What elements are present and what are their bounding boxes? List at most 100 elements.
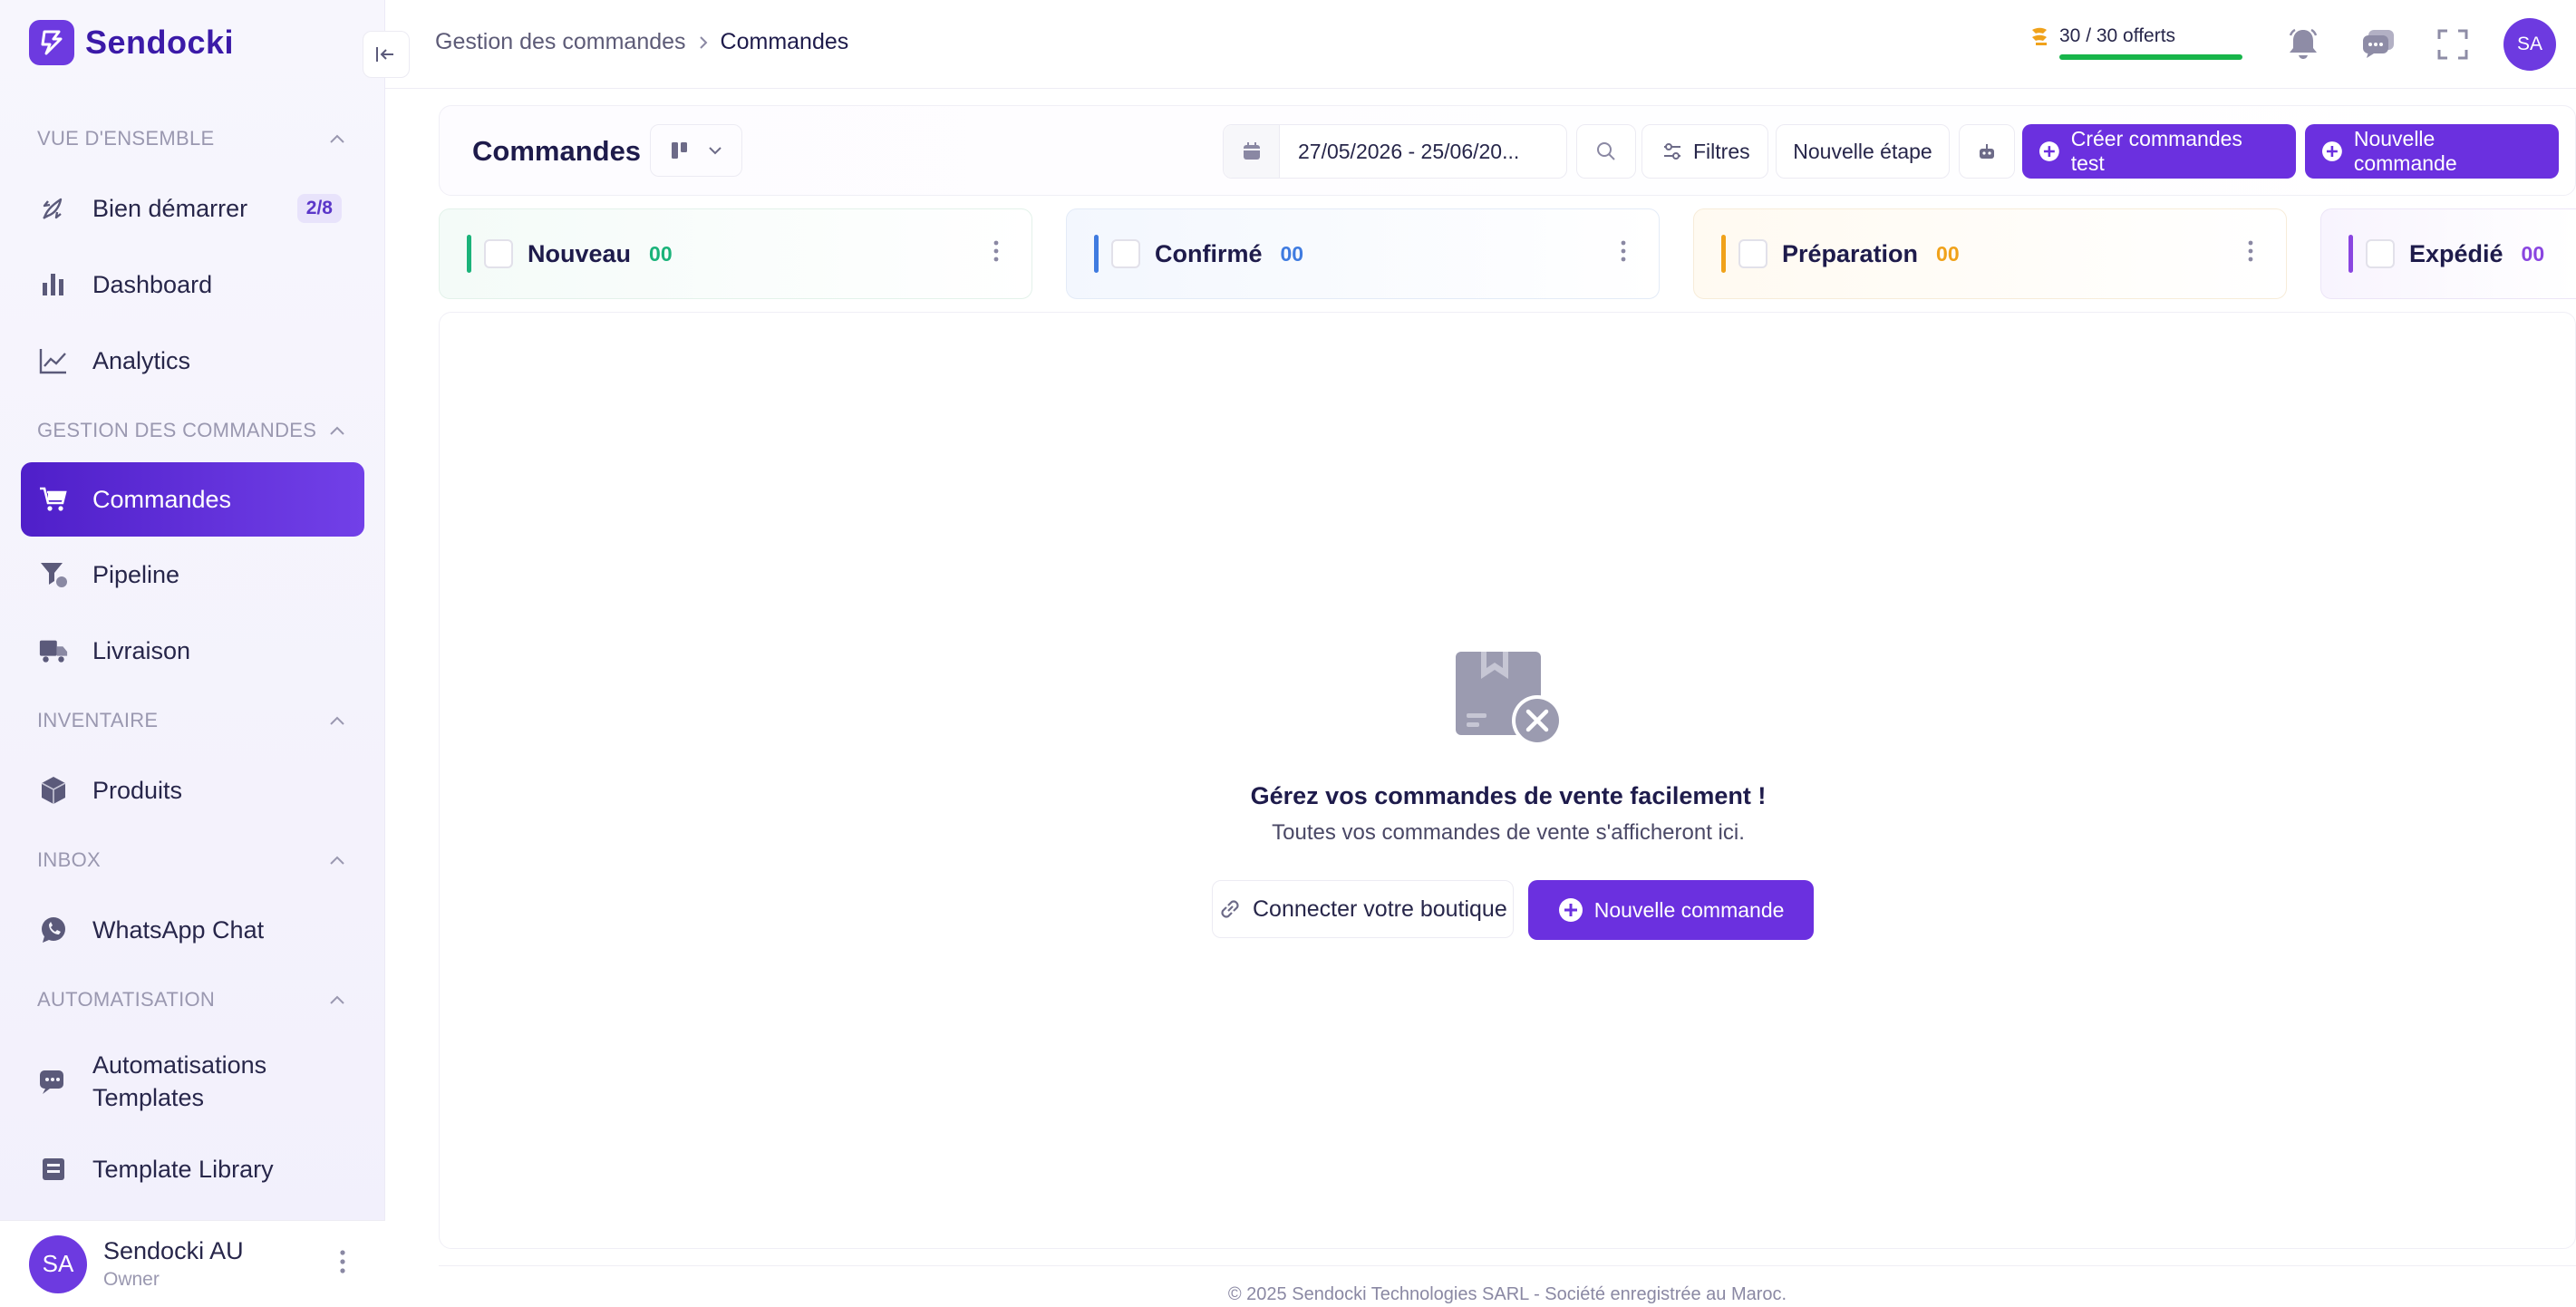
sidebar-item-label: Produits — [92, 776, 183, 804]
sidebar-item-produits[interactable]: Produits — [0, 752, 385, 828]
sidebar-item-livraison[interactable]: Livraison — [0, 613, 385, 689]
app-name: Sendocki — [85, 24, 235, 61]
sidebar-item-pipeline[interactable]: Pipeline — [0, 537, 385, 613]
app-logo[interactable]: Sendocki — [29, 20, 234, 65]
chat-bubbles-icon[interactable] — [2358, 24, 2399, 65]
sidebar-item-label: WhatsApp Chat — [92, 915, 265, 944]
column-count: 00 — [1936, 241, 1960, 266]
sidebar-item-label: Dashboard — [92, 270, 213, 298]
search-icon — [1597, 142, 1615, 160]
column-select-checkbox[interactable] — [2366, 239, 2395, 268]
create-test-orders-label: Créer commandes test — [2070, 127, 2242, 175]
column-preparation: Préparation 00 — [1693, 208, 2287, 299]
sidebar-item-label: Commandes — [92, 485, 232, 513]
empty-state: Gérez vos commandes de vente facilement … — [440, 313, 2576, 1250]
whatsapp-icon — [38, 915, 69, 945]
section-title: GESTION DES COMMANDES — [37, 419, 317, 441]
page-footer: © 2025 Sendocki Technologies SARL - Soci… — [439, 1265, 2576, 1307]
empty-state-title: Gérez vos commandes de vente facilement … — [1250, 782, 1767, 809]
date-range-picker[interactable]: 27/05/2026 - 25/06/20... — [1223, 124, 1567, 179]
column-confirme: Confirmé 00 — [1066, 208, 1660, 299]
section-automatisation[interactable]: AUTOMATISATION — [0, 968, 385, 1031]
more-vertical-icon[interactable] — [1621, 240, 1626, 266]
sidebar-item-commandes[interactable]: Commandes — [21, 462, 364, 537]
sidebar-item-bien-demarrer[interactable]: Bien démarrer 2/8 — [0, 170, 385, 247]
chevron-up-icon — [330, 716, 344, 725]
chevron-right-icon — [699, 35, 707, 49]
new-order-button[interactable]: Nouvelle commande — [2305, 124, 2559, 179]
sidebar-item-template-library[interactable]: Template Library — [0, 1131, 385, 1207]
library-icon — [38, 1154, 69, 1185]
robot-button[interactable] — [1959, 124, 2015, 179]
sidebar-item-label: Automatisations Templates — [92, 1049, 266, 1114]
chevron-up-icon — [330, 426, 344, 435]
column-select-checkbox[interactable] — [1738, 239, 1767, 268]
create-test-orders-button[interactable]: Créer commandes test — [2022, 124, 2296, 179]
label-line-2: Templates — [92, 1084, 205, 1111]
empty-new-order-label: Nouvelle commande — [1593, 897, 1785, 922]
credits-meter: 30 / 30 offerts — [2059, 25, 2242, 60]
connect-store-button[interactable]: Connecter votre boutique — [1212, 880, 1514, 938]
breadcrumb-item[interactable]: Gestion des commandes — [435, 29, 686, 55]
column-name: Préparation — [1782, 239, 1919, 267]
sidebar-item-label: Pipeline — [92, 560, 180, 588]
user-card[interactable]: SA Sendocki AU Owner — [0, 1220, 385, 1307]
breadcrumb-current: Commandes — [720, 29, 849, 54]
new-order-label: Nouvelle commande — [2353, 127, 2457, 175]
column-count: 00 — [2521, 241, 2545, 266]
more-vertical-icon[interactable] — [993, 240, 999, 266]
more-vertical-icon[interactable] — [2248, 240, 2253, 266]
empty-new-order-button[interactable]: Nouvelle commande — [1527, 880, 1815, 940]
credits-indicator[interactable]: 30 / 30 offerts — [2029, 25, 2242, 60]
sidebar-item-analytics[interactable]: Analytics — [0, 323, 385, 399]
credits-progress-bar — [2059, 54, 2242, 60]
calendar-icon — [1224, 125, 1280, 178]
user-name: Sendocki AU — [103, 1237, 244, 1264]
progress-badge: 2/8 — [296, 194, 342, 223]
section-inbox[interactable]: INBOX — [0, 828, 385, 892]
sidebar-item-label: Template Library — [92, 1155, 274, 1183]
section-title: VUE D'ENSEMBLE — [37, 127, 215, 150]
connect-store-label: Connecter votre boutique — [1253, 896, 1507, 922]
column-select-checkbox[interactable] — [484, 239, 513, 268]
funnel-icon — [38, 559, 69, 590]
empty-state-subtitle: Toutes vos commandes de vente s'afficher… — [1272, 820, 1745, 845]
collapse-sidebar-button[interactable] — [363, 31, 410, 78]
chevron-up-icon — [330, 856, 344, 865]
section-gestion-commandes[interactable]: GESTION DES COMMANDES — [0, 399, 385, 462]
section-title: INVENTAIRE — [37, 709, 159, 731]
more-vertical-icon[interactable] — [340, 1250, 345, 1278]
cart-icon — [38, 484, 69, 515]
column-color-bar — [1721, 235, 1726, 273]
sidebar-item-label: Livraison — [92, 636, 191, 664]
section-title: AUTOMATISATION — [37, 988, 216, 1011]
bell-icon[interactable] — [2282, 24, 2324, 65]
chevron-up-icon — [330, 134, 344, 143]
column-count: 00 — [1280, 241, 1304, 266]
user-avatar-button[interactable]: SA — [2503, 18, 2556, 71]
column-expedie: Expédié 00 — [2320, 208, 2576, 299]
section-title: INBOX — [37, 848, 101, 871]
section-vue-ensemble[interactable]: VUE D'ENSEMBLE — [0, 107, 385, 170]
chevron-down-icon — [709, 147, 721, 155]
fullscreen-icon[interactable] — [2432, 24, 2474, 65]
column-name: Nouveau — [528, 239, 632, 267]
sidebar-item-whatsapp-chat[interactable]: WhatsApp Chat — [0, 892, 385, 968]
rocket-icon — [38, 193, 69, 224]
sidebar-item-dashboard[interactable]: Dashboard — [0, 247, 385, 323]
new-stage-button[interactable]: Nouvelle étape — [1776, 124, 1950, 179]
view-switcher[interactable] — [650, 124, 742, 177]
section-inventaire[interactable]: INVENTAIRE — [0, 689, 385, 752]
logo-icon — [29, 20, 74, 65]
new-stage-label: Nouvelle étape — [1793, 139, 1932, 163]
search-button[interactable] — [1576, 124, 1636, 179]
collapse-icon — [376, 47, 393, 62]
column-select-checkbox[interactable] — [1111, 239, 1140, 268]
filters-button[interactable]: Filtres — [1641, 124, 1768, 179]
robot-icon — [1980, 144, 1994, 159]
sidebar-item-automatisations-templates[interactable]: Automatisations Templates — [0, 1031, 385, 1131]
box-icon — [38, 775, 69, 806]
kanban-icon — [672, 142, 687, 159]
plus-circle-icon — [1558, 898, 1583, 922]
breadcrumb: Gestion des commandes Commandes — [435, 29, 848, 55]
